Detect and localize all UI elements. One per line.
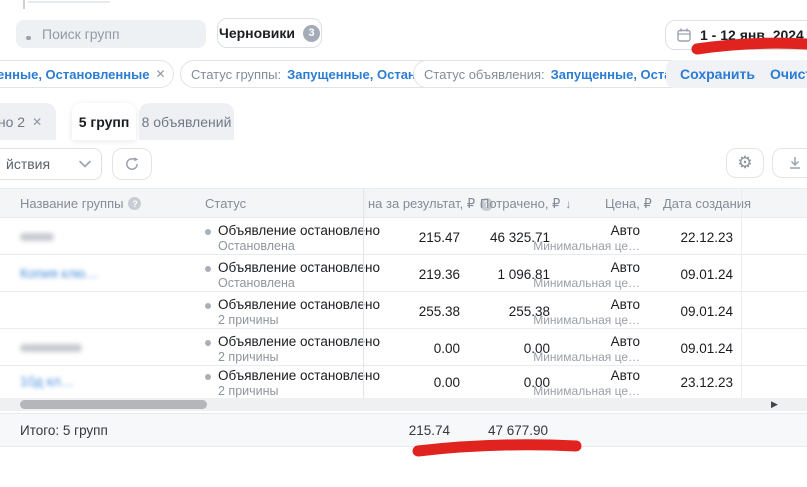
status-text: Объявление остановлено	[218, 260, 380, 275]
clear-filters-button[interactable]: Очистить	[756, 60, 807, 88]
substatus-text: 2 причины	[218, 350, 279, 364]
price-cell: Авто Минимальная це…	[520, 368, 640, 398]
filter-chip-label: Статус группы:	[191, 67, 281, 82]
cost-per-result-value: 0.00	[368, 375, 460, 390]
tab-label: но 2	[0, 114, 25, 130]
substatus-text: Остановлена	[218, 239, 295, 253]
status-dot-icon	[205, 266, 211, 272]
download-icon	[787, 155, 803, 171]
table-totals-row: Итого: 5 групп 215.74 47 677.90	[0, 413, 807, 447]
redacted-group-name	[20, 344, 82, 352]
status-dot-icon	[205, 374, 211, 380]
status-dot-icon	[205, 340, 211, 346]
cost-per-result-value: 219.36	[368, 267, 460, 282]
filter-chip-value: пущенные, Остановленные	[0, 67, 149, 82]
column-header-created[interactable]: Дата создания	[663, 196, 751, 211]
tab-label: 8 объявлений	[142, 114, 232, 130]
table-row[interactable]: Объявление остановлено 2 причины 0.00 0.…	[0, 330, 807, 366]
save-filters-button[interactable]: Сохранить	[666, 60, 769, 88]
table-row[interactable]: Объявление остановлено 2 причины 255.38 …	[0, 293, 807, 329]
column-divider	[741, 188, 742, 398]
filter-chip-status: пущенные, Остановленные ✕	[0, 60, 174, 88]
price-cell: Авто Минимальная це…	[520, 297, 640, 327]
actions-dropdown-label: йствия	[6, 156, 50, 172]
table-row[interactable]: 10д кл… Объявление остановлено 2 причины…	[0, 367, 807, 398]
column-header-cost-per-result[interactable]: на за результат, ₽ ?	[368, 196, 493, 212]
cropped-element-fragment	[23, 0, 25, 9]
column-header-price[interactable]: Цена, ₽	[605, 196, 652, 212]
settings-button[interactable]: ⚙	[726, 148, 764, 178]
scrollbar-thumb[interactable]	[20, 400, 207, 409]
drafts-button[interactable]: Черновики 3	[217, 18, 322, 48]
tab-groups[interactable]: 5 групп	[72, 103, 136, 140]
cost-per-result-value: 0.00	[368, 341, 460, 356]
status-text: Объявление остановлено	[218, 297, 380, 312]
status-text: Объявление остановлено	[218, 368, 380, 383]
substatus-text: 2 причины	[218, 313, 279, 327]
created-date: 09.01.24	[653, 304, 733, 319]
export-button[interactable]	[772, 148, 807, 178]
refresh-icon	[124, 156, 140, 172]
close-icon[interactable]: ✕	[32, 115, 42, 129]
substatus-text: 2 причины	[218, 384, 279, 398]
group-name-link[interactable]: Копия клю…	[20, 266, 99, 281]
status-dot-icon	[205, 303, 211, 309]
chevron-down-icon	[79, 160, 91, 168]
created-date: 09.01.24	[653, 341, 733, 356]
calendar-icon	[676, 27, 692, 43]
redacted-group-name	[20, 233, 54, 241]
date-range-label: 1 - 12 янв. 2024	[700, 27, 804, 43]
cost-per-result-value: 215.47	[368, 230, 460, 245]
status-dot-icon	[205, 229, 211, 235]
cropped-element-fragment	[28, 1, 110, 3]
refresh-button[interactable]	[112, 148, 152, 180]
ads-manager-screen: Черновики 3 1 - 12 янв. 2024 пущенные, О…	[0, 0, 807, 487]
created-date: 22.12.23	[653, 230, 733, 245]
status-text: Объявление остановлено	[218, 223, 380, 238]
search-input[interactable]	[16, 20, 206, 48]
gear-icon: ⚙	[737, 153, 752, 173]
created-date: 23.12.23	[653, 375, 733, 390]
table-row[interactable]: Копия клю… Объявление остановлено Остано…	[0, 256, 807, 292]
created-date: 09.01.24	[653, 267, 733, 282]
totals-spent: 47 677.90	[458, 423, 548, 438]
cost-per-result-value: 255.38	[368, 304, 460, 319]
column-header-status[interactable]: Статус	[205, 196, 246, 211]
price-cell: Авто Минимальная це…	[520, 260, 640, 290]
price-cell: Авто Минимальная це…	[520, 334, 640, 364]
tab-label: 5 групп	[79, 114, 130, 130]
horizontal-scrollbar[interactable]: ▶	[0, 398, 807, 411]
sort-desc-icon: ↓	[565, 197, 571, 211]
status-text: Объявление остановлено	[218, 334, 380, 349]
group-name-link[interactable]: 10д кл…	[20, 374, 74, 389]
drafts-count-badge: 3	[303, 25, 320, 42]
frozen-pane-divider	[363, 188, 364, 398]
help-icon[interactable]: ?	[128, 197, 141, 210]
totals-label: Итого: 5 групп	[20, 423, 108, 438]
close-icon[interactable]: ✕	[155, 67, 165, 81]
drafts-button-label: Черновики	[219, 25, 295, 41]
column-header-name[interactable]: Название группы ?	[20, 196, 141, 211]
table-row[interactable]: Объявление остановлено Остановлена 215.4…	[0, 219, 807, 255]
date-range-picker[interactable]: 1 - 12 янв. 2024	[665, 20, 807, 50]
totals-cost-per-result: 215.74	[360, 423, 450, 438]
substatus-text: Остановлена	[218, 276, 295, 290]
tab-selected-filter[interactable]: но 2 ✕	[0, 103, 56, 140]
search-icon	[26, 36, 31, 40]
column-header-spent[interactable]: Потрачено, ₽ ↓	[480, 196, 571, 212]
table-header: Название группы ? Статус на за результат…	[0, 188, 807, 218]
filter-chip-label: Статус объявления:	[424, 67, 545, 82]
actions-dropdown[interactable]: йствия	[0, 148, 102, 180]
price-cell: Авто Минимальная це…	[520, 223, 640, 253]
scroll-right-icon[interactable]: ▶	[771, 399, 778, 410]
tab-ads[interactable]: 8 объявлений	[139, 103, 234, 140]
